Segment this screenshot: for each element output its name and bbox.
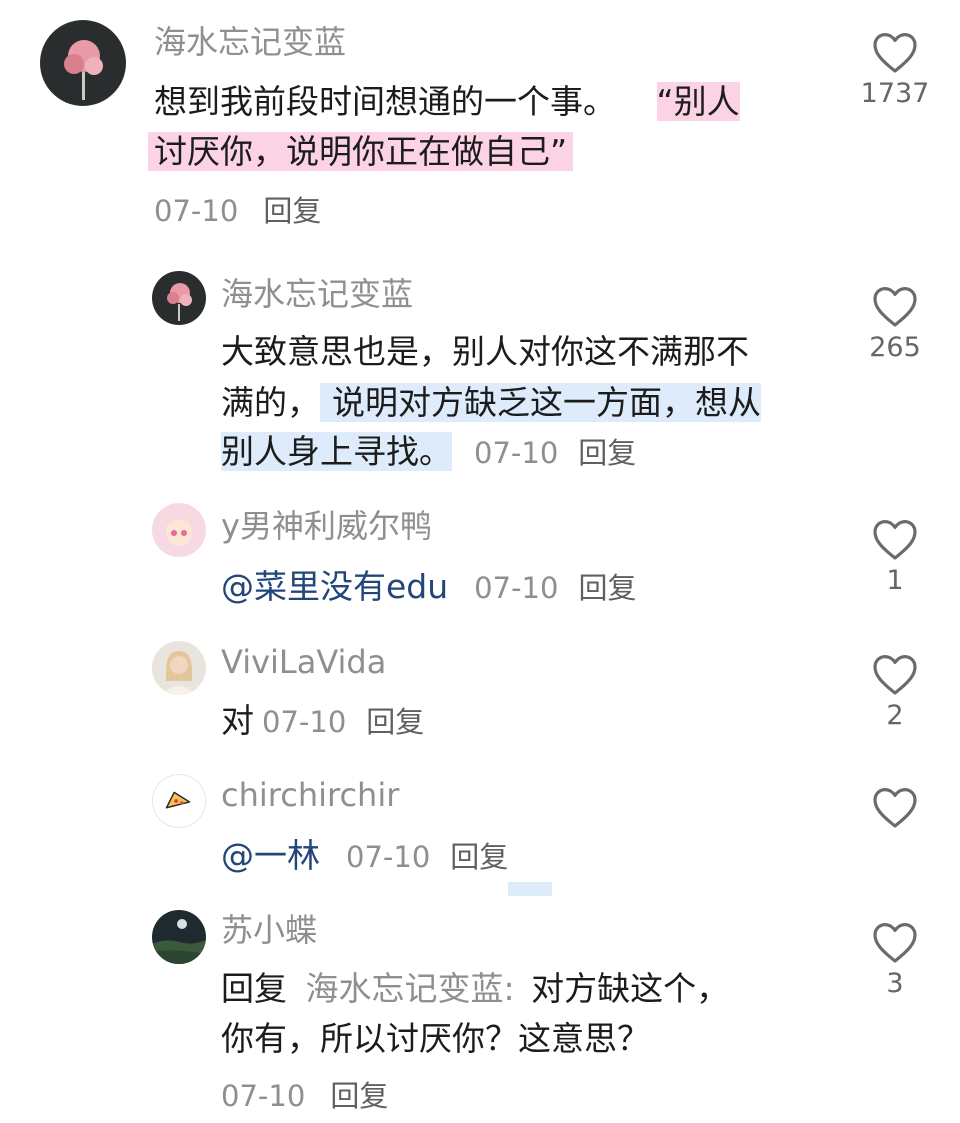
selection-artifact	[508, 882, 552, 896]
username[interactable]: y男神利威尔鸭	[221, 510, 432, 542]
anime-girl-avatar-icon[interactable]	[152, 503, 206, 557]
like-count: 3	[886, 968, 904, 999]
comment-text: 对 07-10 回复	[221, 696, 424, 747]
reply-to-username[interactable]: 海水忘记变蓝:	[306, 969, 515, 1008]
heart-icon	[873, 287, 917, 327]
username[interactable]: chirchirchir	[221, 779, 399, 811]
comment-text-line-3: 别人身上寻找。 07-10 回复	[221, 427, 636, 478]
comment-text-line-2: 满的， 说明对方缺乏这一方面，想从	[221, 378, 761, 428]
like-count: 2	[886, 700, 904, 731]
like-count: 265	[869, 332, 921, 363]
comment-date: 07-10	[474, 436, 559, 470]
pizza-avatar-icon[interactable]	[152, 774, 206, 828]
comment-text-plain: 满的，	[221, 383, 320, 422]
comment-text-line-2: 你有，所以讨厌你？这意思？	[221, 1019, 650, 1058]
heart-icon	[873, 788, 917, 828]
username[interactable]: 苏小蝶	[221, 914, 317, 946]
comment-meta: 07-10 回复	[154, 197, 321, 226]
mention-link[interactable]: @一林	[221, 836, 320, 875]
comment-text-line-1: 大致意思也是，别人对你这不满那不	[221, 332, 749, 371]
comment-date: 07-10	[346, 840, 431, 874]
comment-text-plain: 对方缺这个，	[531, 969, 730, 1008]
comment-text: @菜里没有edu 07-10 回复	[221, 562, 636, 613]
comment-text-plain: 想到我前段时间想通的一个事。	[154, 82, 616, 121]
cotton-candy-avatar-icon[interactable]	[152, 271, 206, 325]
night-landscape-avatar-icon[interactable]	[152, 910, 206, 964]
comment-date: 07-10	[221, 1079, 306, 1113]
highlight-text: 讨厌你，说明你正在做自己”	[148, 132, 574, 171]
comment-date: 07-10	[262, 705, 347, 739]
reply-button[interactable]: 回复	[578, 571, 636, 605]
username[interactable]: 海水忘记变蓝	[221, 278, 413, 310]
reply-prefix: 回复	[221, 969, 287, 1008]
cotton-candy-avatar-icon[interactable]	[40, 20, 126, 106]
like-button[interactable]: 3	[855, 920, 935, 997]
like-button[interactable]: 1737	[855, 30, 935, 107]
like-count: 1	[886, 565, 904, 596]
like-count: 1737	[860, 78, 930, 109]
like-button[interactable]: 1	[855, 517, 935, 594]
comment-date: 07-10	[154, 194, 239, 228]
comment-meta: 07-10 回复	[221, 1082, 388, 1111]
reply-button[interactable]: 回复	[330, 1079, 388, 1113]
highlight-text: 说明对方缺乏这一方面，想从	[320, 383, 761, 422]
comment-text-line-2: 讨厌你，说明你正在做自己”	[148, 127, 574, 177]
comment-date: 07-10	[474, 571, 559, 605]
comment-text-plain: 对	[221, 701, 254, 740]
heart-icon	[873, 923, 917, 963]
heart-icon	[873, 655, 917, 695]
reply-button[interactable]: 回复	[450, 840, 508, 874]
heart-icon	[873, 33, 917, 73]
highlight-text: “别人	[656, 82, 740, 121]
reply-button[interactable]: 回复	[578, 436, 636, 470]
comment-text-line-1: 回复 海水忘记变蓝: 对方缺这个，	[221, 964, 729, 1014]
reply-button[interactable]: 回复	[263, 194, 321, 228]
like-button[interactable]: 2	[855, 652, 935, 729]
woman-portrait-avatar-icon[interactable]	[152, 641, 206, 695]
username[interactable]: ViviLaVida	[221, 646, 386, 678]
comment-text: 想到我前段时间想通的一个事。 “别人	[154, 77, 740, 127]
heart-icon	[873, 520, 917, 560]
reply-button[interactable]: 回复	[366, 705, 424, 739]
mention-link[interactable]: @菜里没有edu	[221, 567, 448, 606]
highlight-text: 别人身上寻找。	[221, 432, 452, 471]
like-button[interactable]: 265	[855, 284, 935, 361]
like-button[interactable]	[855, 785, 935, 835]
comment-text: @一林 07-10 回复	[221, 831, 508, 882]
username[interactable]: 海水忘记变蓝	[154, 26, 346, 58]
